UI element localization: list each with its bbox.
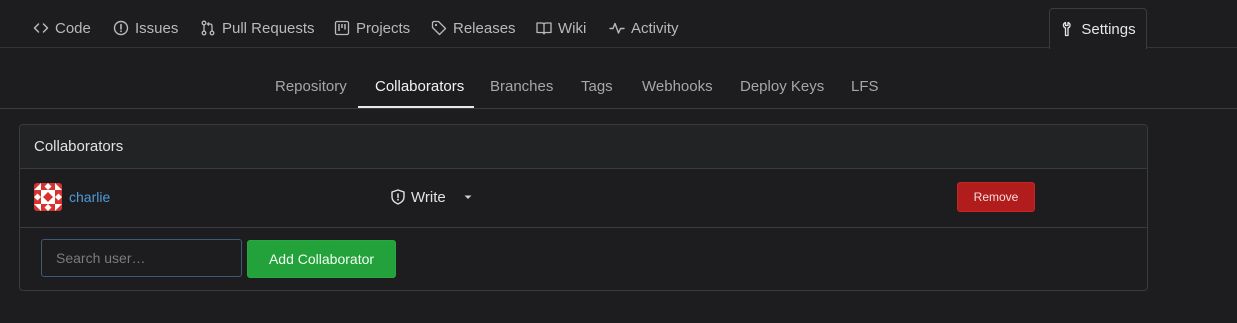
project-icon bbox=[334, 20, 350, 36]
tab-label: Releases bbox=[453, 19, 516, 37]
sub-nav-webhooks[interactable]: Webhooks bbox=[642, 78, 713, 98]
search-user-input[interactable] bbox=[41, 239, 242, 277]
tab-wiki[interactable]: Wiki bbox=[536, 19, 586, 37]
tab-label: Settings bbox=[1081, 20, 1136, 38]
tab-releases[interactable]: Releases bbox=[431, 19, 516, 37]
tab-code[interactable]: Code bbox=[33, 19, 91, 37]
remove-button[interactable]: Remove bbox=[957, 182, 1035, 212]
sub-nav-deploy-keys[interactable]: Deploy Keys bbox=[740, 78, 824, 98]
pulse-icon bbox=[609, 22, 625, 34]
repo-tab-bar: Code Issues Pull Requests Projects Relea… bbox=[0, 0, 1237, 49]
tab-settings[interactable]: Settings bbox=[1049, 8, 1147, 49]
collaborator-username[interactable]: charlie bbox=[69, 189, 110, 205]
tab-label: Projects bbox=[356, 19, 411, 37]
settings-sub-nav: Repository Collaborators Branches Tags W… bbox=[0, 65, 1237, 109]
tab-activity[interactable]: Activity bbox=[609, 19, 679, 37]
collaborator-row: charlie Write Remove bbox=[20, 169, 1147, 228]
book-icon bbox=[536, 22, 552, 35]
tab-projects[interactable]: Projects bbox=[334, 19, 410, 37]
tool-icon bbox=[1063, 21, 1072, 37]
add-collaborator-row: Add Collaborator bbox=[20, 228, 1147, 290]
sub-nav-lfs[interactable]: LFS bbox=[851, 78, 879, 98]
panel-header: Collaborators bbox=[20, 125, 1147, 169]
tab-pull-requests[interactable]: Pull Requests bbox=[200, 19, 315, 37]
tab-label: Pull Requests bbox=[222, 19, 315, 37]
add-collaborator-button[interactable]: Add Collaborator bbox=[247, 240, 396, 278]
tab-label: Code bbox=[55, 19, 91, 37]
sub-nav-repository[interactable]: Repository bbox=[275, 78, 347, 98]
shield-icon bbox=[391, 189, 405, 205]
panel-title: Collaborators bbox=[34, 138, 124, 155]
sub-nav-collaborators[interactable]: Collaborators bbox=[375, 78, 464, 98]
avatar bbox=[34, 183, 62, 211]
pull-request-icon bbox=[201, 20, 215, 36]
tag-icon bbox=[431, 20, 447, 36]
chevron-down-icon bbox=[464, 195, 472, 199]
tab-label: Issues bbox=[135, 19, 179, 37]
tab-issues[interactable]: Issues bbox=[113, 19, 178, 37]
active-tab-underline bbox=[358, 106, 474, 108]
code-icon bbox=[33, 23, 49, 33]
permission-dropdown[interactable]: Write bbox=[390, 187, 473, 207]
collaborators-panel: Collaborators charlie Write Remove Searc… bbox=[19, 124, 1148, 291]
permission-label: Write bbox=[411, 188, 446, 206]
sub-nav-tags[interactable]: Tags bbox=[581, 78, 613, 98]
tab-label: Activity bbox=[631, 19, 679, 37]
sub-nav-branches[interactable]: Branches bbox=[490, 78, 553, 98]
issue-icon bbox=[113, 20, 129, 36]
tab-label: Wiki bbox=[558, 19, 587, 37]
